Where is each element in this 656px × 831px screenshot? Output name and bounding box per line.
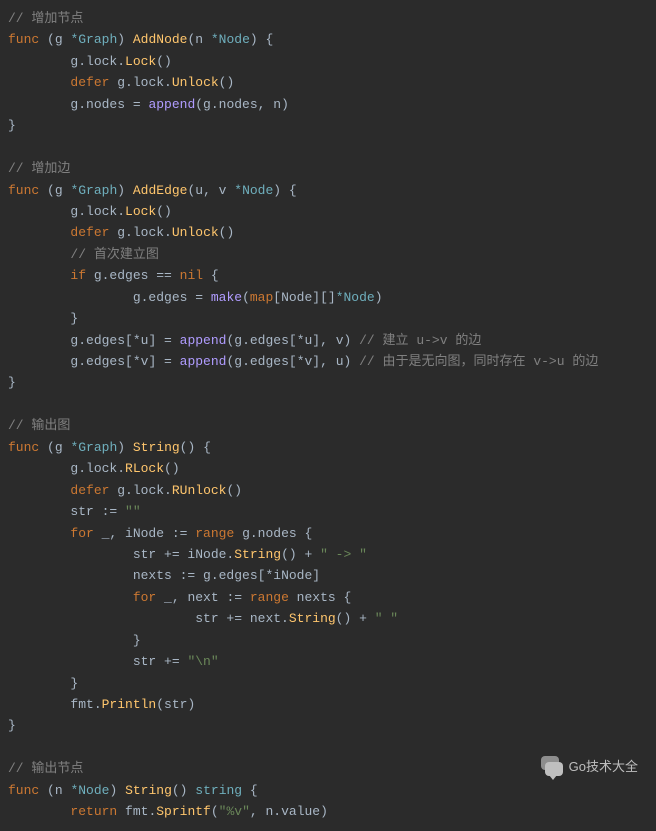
comment: // 输出图 xyxy=(8,418,70,433)
keyword-func: func xyxy=(8,32,39,47)
comment: // 增加节点 xyxy=(8,11,83,26)
code-block: // 增加节点 func (g *Graph) AddNode(n *Node)… xyxy=(0,0,656,831)
comment: // 增加边 xyxy=(8,161,70,176)
method-name: AddNode xyxy=(133,32,188,47)
comment: // 输出节点 xyxy=(8,761,83,776)
